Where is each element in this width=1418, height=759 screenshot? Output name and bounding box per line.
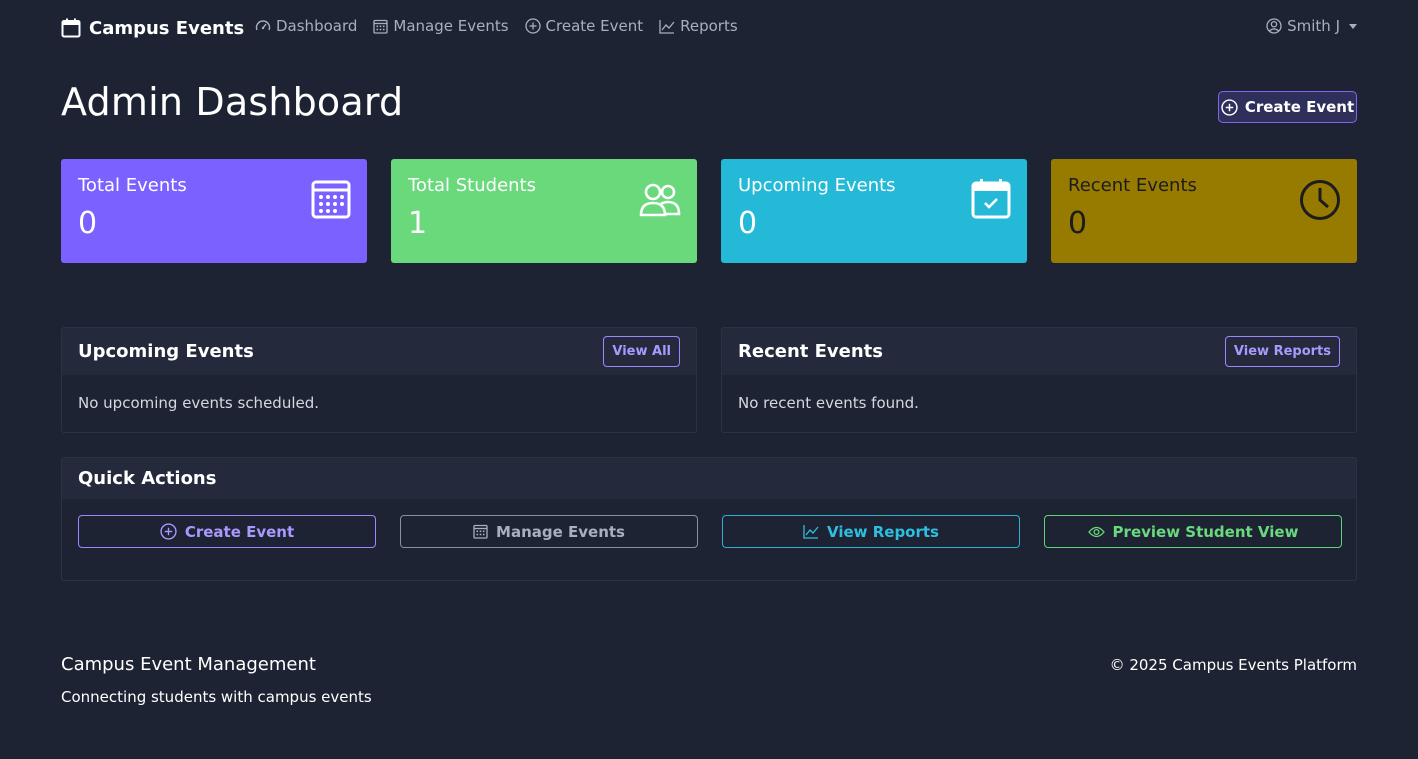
button-label: Preview Student View	[1112, 522, 1299, 541]
quick-manage-events-button[interactable]: Manage Events	[400, 515, 698, 548]
button-label: Manage Events	[496, 522, 625, 541]
stat-label: Upcoming Events	[738, 175, 896, 196]
panel-header: Upcoming Events View All	[62, 328, 696, 375]
plus-circle-icon	[160, 523, 177, 540]
stat-card-total-students: Total Students 1	[391, 159, 697, 263]
brand-name: Campus Events	[89, 17, 245, 39]
plus-circle-icon	[524, 18, 541, 34]
calendar-grid-icon	[311, 180, 351, 219]
quick-view-reports-button[interactable]: View Reports	[722, 515, 1020, 548]
footer-copyright: © 2025 Campus Events Platform	[1109, 656, 1357, 674]
view-reports-button[interactable]: View Reports	[1224, 336, 1340, 367]
create-event-button-label: Create Event	[1244, 98, 1355, 116]
panel-header: Quick Actions	[62, 458, 1356, 499]
button-label: View Reports	[826, 522, 939, 541]
top-navbar: Campus Events Dashboard Manage Events Cr…	[0, 0, 1418, 55]
line-chart-icon	[803, 525, 819, 539]
nav-link-label: Dashboard	[276, 17, 358, 35]
chevron-down-icon	[1349, 23, 1357, 29]
footer-title: Campus Event Management	[61, 654, 316, 675]
calendar-grid-icon	[473, 524, 488, 539]
page-title: Admin Dashboard	[61, 80, 404, 124]
nav-link-label: Create Event	[545, 17, 644, 35]
upcoming-events-panel: Upcoming Events View All No upcoming eve…	[61, 327, 697, 433]
stat-value: 0	[78, 206, 98, 241]
speedometer-icon	[255, 20, 271, 31]
panel-title: Upcoming Events	[78, 341, 254, 362]
clock-icon	[1300, 180, 1340, 220]
people-icon	[639, 183, 681, 217]
calendar-grid-icon	[373, 19, 389, 34]
nav-link-create-event[interactable]: Create Event	[524, 17, 644, 35]
footer-tagline: Connecting students with campus events	[61, 688, 372, 706]
calendar-check-icon	[971, 179, 1011, 219]
panel-title: Quick Actions	[78, 468, 217, 489]
eye-icon	[1087, 526, 1105, 537]
stat-card-upcoming-events: Upcoming Events 0	[721, 159, 1027, 263]
stat-card-total-events: Total Events 0	[61, 159, 367, 263]
stat-label: Total Events	[78, 175, 187, 196]
panel-header: Recent Events View Reports	[722, 328, 1356, 375]
stat-card-recent-events: Recent Events 0	[1051, 159, 1357, 263]
stat-value: 0	[738, 206, 758, 241]
plus-circle-icon	[1221, 98, 1238, 116]
empty-message: No upcoming events scheduled.	[78, 394, 320, 412]
brand-link[interactable]: Campus Events	[61, 15, 244, 41]
user-menu-dropdown[interactable]: Smith J	[1266, 17, 1357, 35]
nav-link-reports[interactable]: Reports	[659, 17, 738, 35]
calendar-icon	[61, 18, 81, 38]
user-circle-icon	[1266, 18, 1282, 34]
nav-link-label: Reports	[680, 17, 738, 35]
quick-actions-panel: Quick Actions Create Event Manage Events	[61, 457, 1357, 581]
panel-title: Recent Events	[738, 341, 884, 362]
nav-link-dashboard[interactable]: Dashboard	[255, 17, 357, 35]
quick-create-event-button[interactable]: Create Event	[78, 515, 376, 548]
nav-link-label: Manage Events	[393, 17, 509, 35]
nav-link-manage-events[interactable]: Manage Events	[373, 17, 509, 35]
create-event-button[interactable]: Create Event	[1218, 91, 1357, 123]
view-all-button[interactable]: View All	[603, 336, 680, 367]
user-name: Smith J	[1287, 17, 1340, 35]
nav-links: Dashboard Manage Events Create Event Rep…	[255, 17, 738, 35]
line-chart-icon	[659, 19, 675, 34]
quick-preview-student-view-button[interactable]: Preview Student View	[1044, 515, 1342, 548]
empty-message: No recent events found.	[738, 394, 919, 412]
recent-events-panel: Recent Events View Reports No recent eve…	[721, 327, 1357, 433]
button-label: Create Event	[184, 522, 295, 541]
quick-actions-row: Create Event Manage Events View Reports …	[78, 515, 1342, 548]
